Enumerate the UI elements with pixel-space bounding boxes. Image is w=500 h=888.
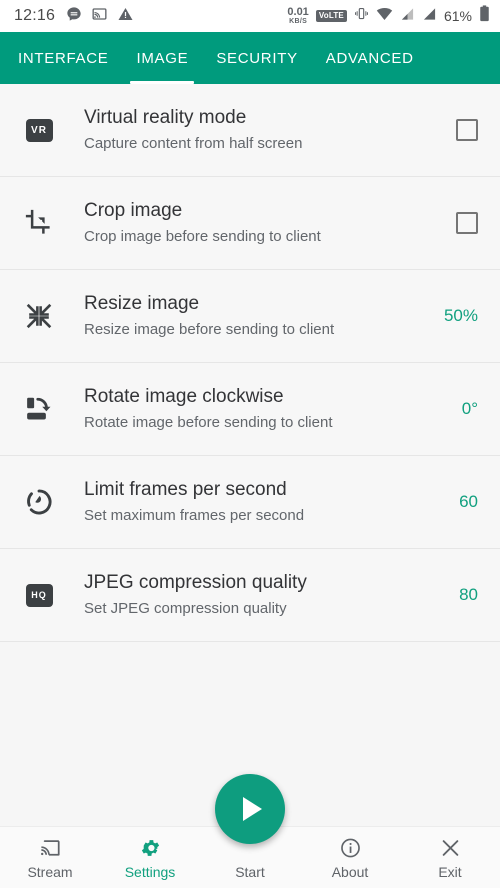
crop-image-checkbox[interactable] xyxy=(456,212,478,234)
setting-row-text: Crop image Crop image before sending to … xyxy=(62,199,456,247)
setting-row-virtual-reality-mode[interactable]: VR Virtual reality mode Capture content … xyxy=(0,84,500,177)
status-bar: 12:16 0.01 KB/S VoLTE 61% xyxy=(0,0,500,32)
setting-title: Limit frames per second xyxy=(84,479,287,501)
setting-title: Virtual reality mode xyxy=(84,107,247,129)
battery-icon xyxy=(479,5,490,27)
nav-item-start-label: Start xyxy=(235,864,265,880)
start-fab-button[interactable] xyxy=(215,774,285,844)
setting-row-rotate-image-clockwise[interactable]: Rotate image clockwise Rotate image befo… xyxy=(0,363,500,456)
nav-item-exit-label: Exit xyxy=(438,864,462,880)
wifi-icon xyxy=(376,7,393,26)
signal-two-icon xyxy=(422,7,437,26)
status-right-icons: 0.01 KB/S VoLTE 61% xyxy=(287,5,490,27)
setting-subtitle: Crop image before sending to client xyxy=(84,228,321,245)
data-rate-indicator: 0.01 KB/S xyxy=(287,6,309,26)
setting-row-text: Virtual reality mode Capture content fro… xyxy=(62,106,456,154)
bottom-area: Stream Settings Start About Exit xyxy=(0,774,500,888)
setting-row-text: Rotate image clockwise Rotate image befo… xyxy=(62,385,452,433)
nav-item-about[interactable]: About xyxy=(300,827,400,888)
close-icon xyxy=(439,835,462,859)
rotate-clockwise-icon xyxy=(16,386,62,432)
tab-security[interactable]: SECURITY xyxy=(202,32,311,84)
nav-item-settings-label: Settings xyxy=(124,864,176,880)
setting-title: Resize image xyxy=(84,293,200,315)
setting-title: JPEG compression quality xyxy=(84,572,307,594)
play-icon xyxy=(243,797,262,821)
crop-icon xyxy=(16,200,62,246)
message-icon xyxy=(66,6,82,27)
nav-item-about-label: About xyxy=(331,864,369,880)
volte-badge: VoLTE xyxy=(315,10,347,22)
status-left-icons xyxy=(66,6,134,27)
setting-row-limit-frames-per-second[interactable]: Limit frames per second Set maximum fram… xyxy=(0,456,500,549)
setting-row-crop-image[interactable]: Crop image Crop image before sending to … xyxy=(0,177,500,270)
setting-subtitle: Resize image before sending to client xyxy=(84,321,335,338)
limit-fps-value[interactable]: 60 xyxy=(449,492,478,512)
nav-item-stream[interactable]: Stream xyxy=(0,827,100,888)
cast-active-icon xyxy=(91,6,108,27)
setting-row-text: Resize image Resize image before sending… xyxy=(62,292,434,340)
tab-security-label: SECURITY xyxy=(216,49,298,67)
setting-subtitle: Set maximum frames per second xyxy=(84,507,305,524)
status-clock: 12:16 xyxy=(14,7,56,24)
nav-item-stream-label: Stream xyxy=(27,864,73,880)
tab-image-indicator xyxy=(130,81,195,84)
setting-title: Crop image xyxy=(84,200,183,222)
resize-icon xyxy=(16,293,62,339)
tab-interface[interactable]: INTERFACE xyxy=(0,32,122,84)
setting-subtitle: Capture content from half screen xyxy=(84,135,303,152)
setting-title: Rotate image clockwise xyxy=(84,386,284,408)
virtual-reality-mode-checkbox[interactable] xyxy=(456,119,478,141)
cast-icon xyxy=(38,835,62,859)
tab-image[interactable]: IMAGE xyxy=(122,32,202,84)
vibrate-icon xyxy=(354,6,369,26)
app-root: 12:16 0.01 KB/S VoLTE 61% INTERFACE IMAG… xyxy=(0,0,500,888)
hq-badge-icon: HQ xyxy=(16,572,62,618)
tab-interface-label: INTERFACE xyxy=(18,49,109,67)
rotate-image-value[interactable]: 0° xyxy=(452,399,478,419)
data-rate-value: 0.01 xyxy=(287,6,309,18)
speedometer-icon xyxy=(16,479,62,525)
settings-list: VR Virtual reality mode Capture content … xyxy=(0,84,500,826)
tab-advanced[interactable]: ADVANCED xyxy=(312,32,428,84)
warning-icon xyxy=(117,6,134,27)
jpeg-quality-value[interactable]: 80 xyxy=(449,585,478,605)
battery-percent-label: 61% xyxy=(443,8,472,24)
resize-image-value[interactable]: 50% xyxy=(434,306,478,326)
nav-item-settings[interactable]: Settings xyxy=(100,827,200,888)
signal-one-icon xyxy=(400,7,415,26)
tab-bar: INTERFACE IMAGE SECURITY ADVANCED xyxy=(0,32,500,84)
setting-subtitle: Rotate image before sending to client xyxy=(84,414,333,431)
setting-row-resize-image[interactable]: Resize image Resize image before sending… xyxy=(0,270,500,363)
setting-row-text: JPEG compression quality Set JPEG compre… xyxy=(62,571,449,619)
gear-icon xyxy=(139,835,162,859)
tab-advanced-label: ADVANCED xyxy=(325,49,414,67)
tab-image-label: IMAGE xyxy=(136,49,189,67)
data-rate-unit: KB/S xyxy=(289,18,308,25)
nav-item-exit[interactable]: Exit xyxy=(400,827,500,888)
setting-row-text: Limit frames per second Set maximum fram… xyxy=(62,478,449,526)
vr-badge-icon: VR xyxy=(16,107,62,153)
setting-row-jpeg-compression-quality[interactable]: HQ JPEG compression quality Set JPEG com… xyxy=(0,549,500,642)
info-icon xyxy=(339,835,362,859)
setting-subtitle: Set JPEG compression quality xyxy=(84,600,287,617)
